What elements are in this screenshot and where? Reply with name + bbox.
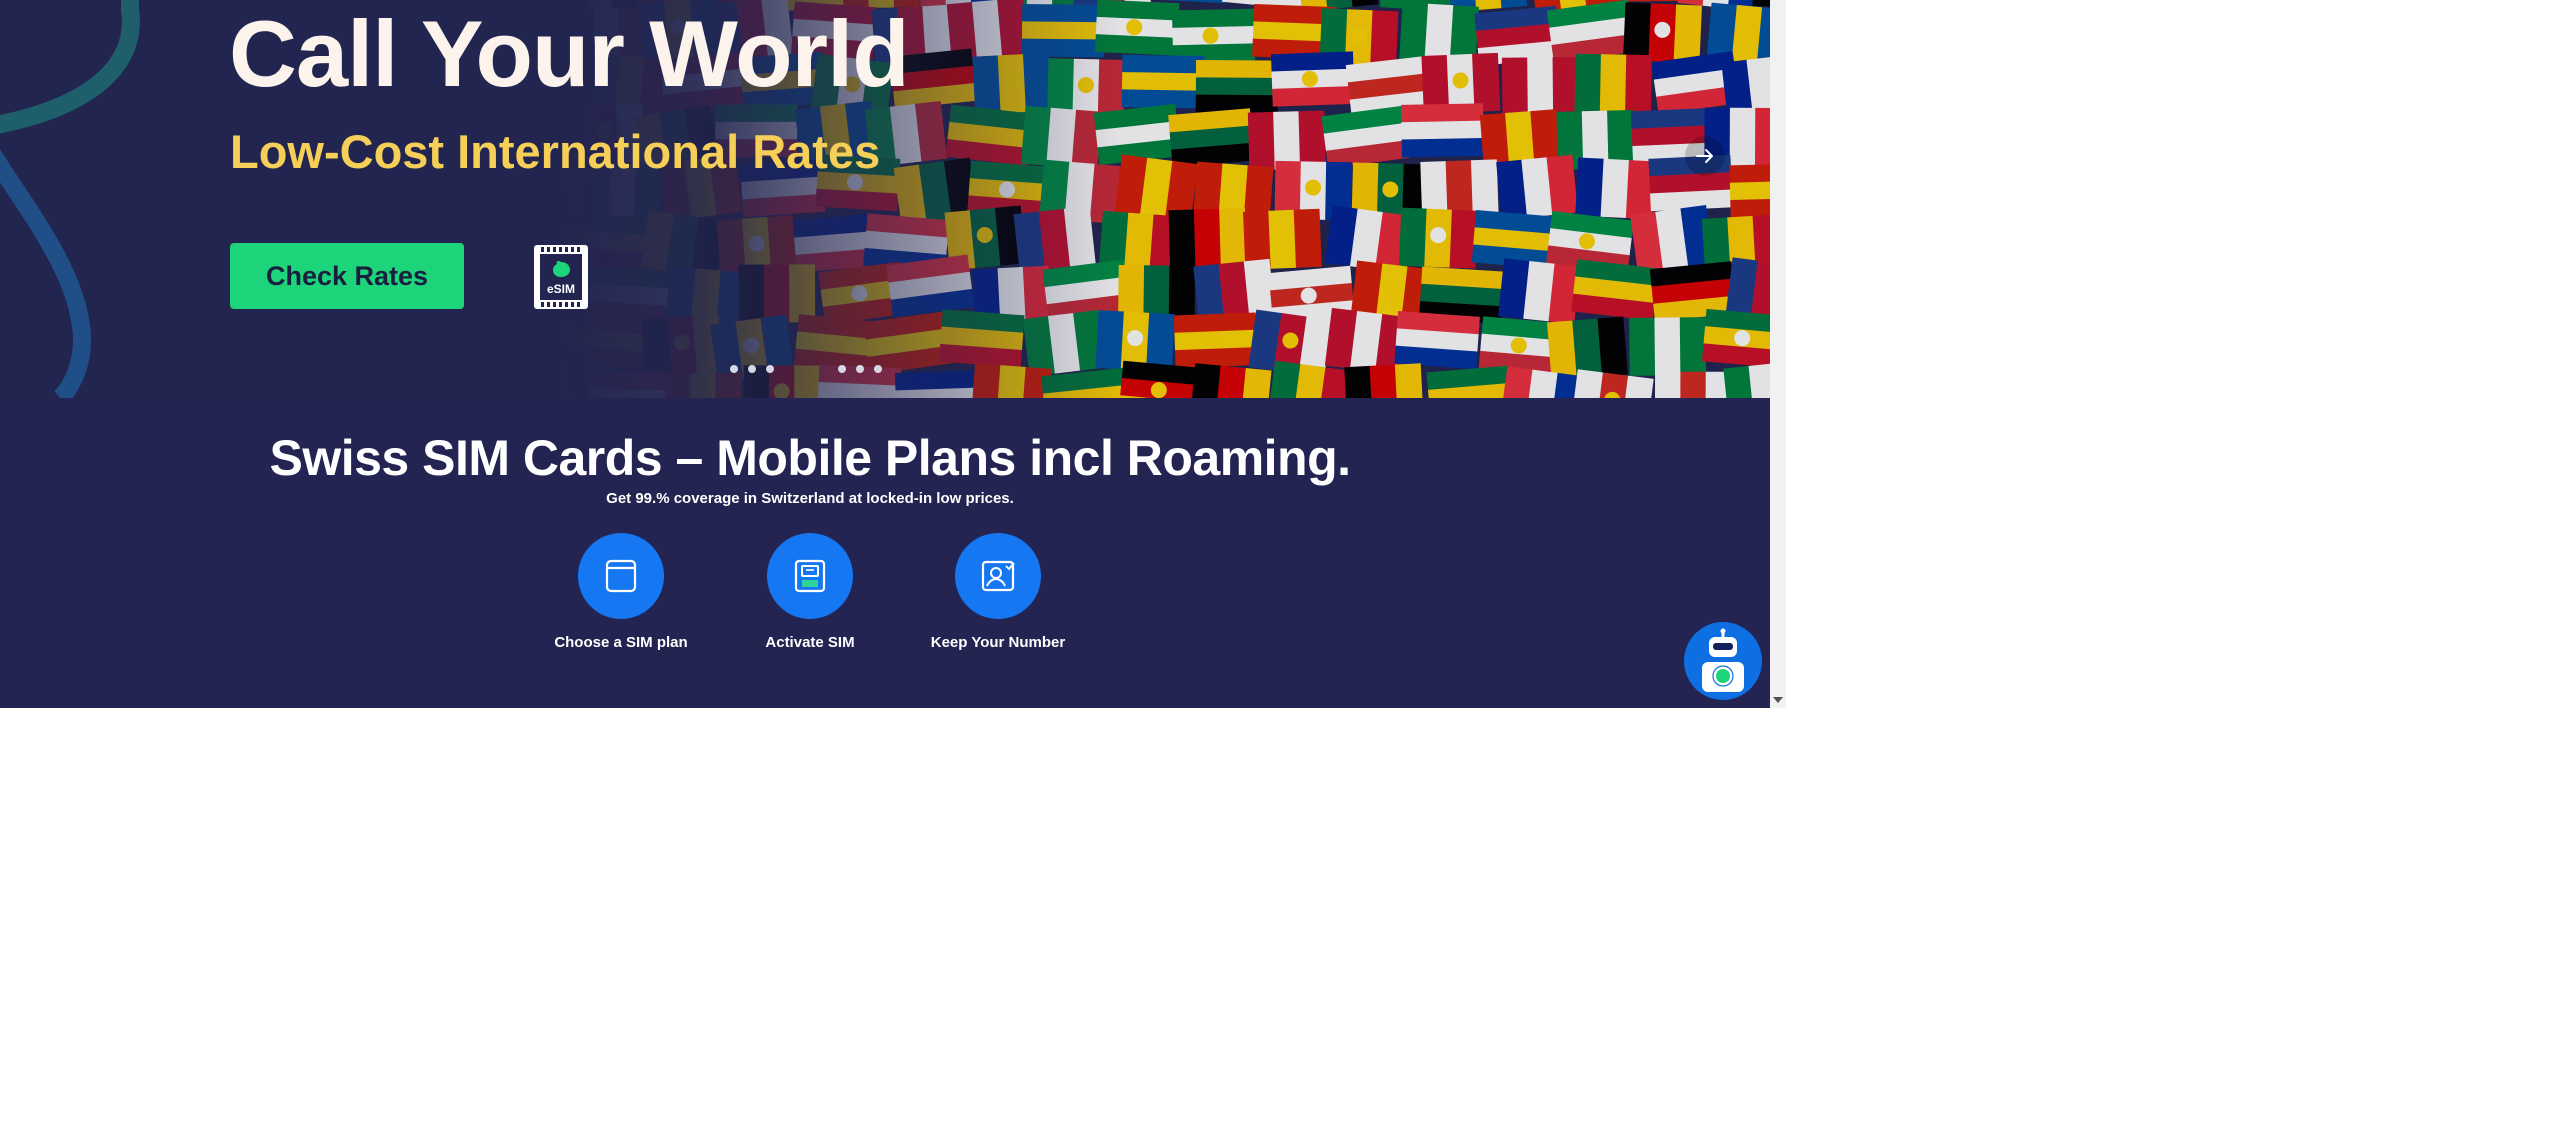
carousel-dot[interactable] <box>838 365 846 373</box>
scroll-down-button[interactable] <box>1770 694 1786 706</box>
carousel-dot[interactable] <box>766 365 774 373</box>
hero-title: Call Your World <box>229 1 910 106</box>
decorative-curve-icon <box>0 0 140 398</box>
carousel-dot[interactable] <box>874 365 882 373</box>
feature-choose-sim[interactable]: Choose a SIM plan <box>531 533 711 653</box>
carousel-dot[interactable] <box>748 365 756 373</box>
feature-activate-sim[interactable]: Activate SIM <box>720 533 900 653</box>
chevron-down-icon <box>1773 697 1783 703</box>
arrow-right-icon <box>1696 149 1713 163</box>
feature-label: Activate SIM <box>765 634 855 651</box>
check-rates-button[interactable]: Check Rates <box>230 243 464 309</box>
carousel-indicators <box>730 365 892 373</box>
feature-label: Choose a SIM plan <box>554 634 688 651</box>
vertical-scrollbar[interactable] <box>1770 0 1786 708</box>
section-title: Swiss SIM Cards – Mobile Plans incl Roam… <box>269 430 1351 486</box>
carousel-dot[interactable] <box>856 365 864 373</box>
sim-card-icon <box>605 559 637 593</box>
chat-bot-button[interactable] <box>1684 622 1762 700</box>
section-subtitle: Get 99.% coverage in Switzerland at lock… <box>606 490 1014 507</box>
page-viewport: Call Your World Low-Cost International R… <box>0 0 1770 708</box>
feature-keep-number[interactable]: Keep Your Number <box>908 533 1088 653</box>
hero-subtitle: Low-Cost International Rates <box>230 125 881 178</box>
carousel-next-button[interactable] <box>1685 136 1725 176</box>
feature-label: Keep Your Number <box>930 634 1066 651</box>
activate-sim-icon <box>794 559 826 593</box>
esim-icon: eSIM <box>534 245 588 309</box>
robot-icon <box>1702 628 1744 692</box>
carousel-dot[interactable] <box>730 365 738 373</box>
esim-label: eSIM <box>547 282 575 296</box>
keep-number-icon <box>981 560 1015 592</box>
hero-banner: Call Your World Low-Cost International R… <box>0 0 1770 398</box>
